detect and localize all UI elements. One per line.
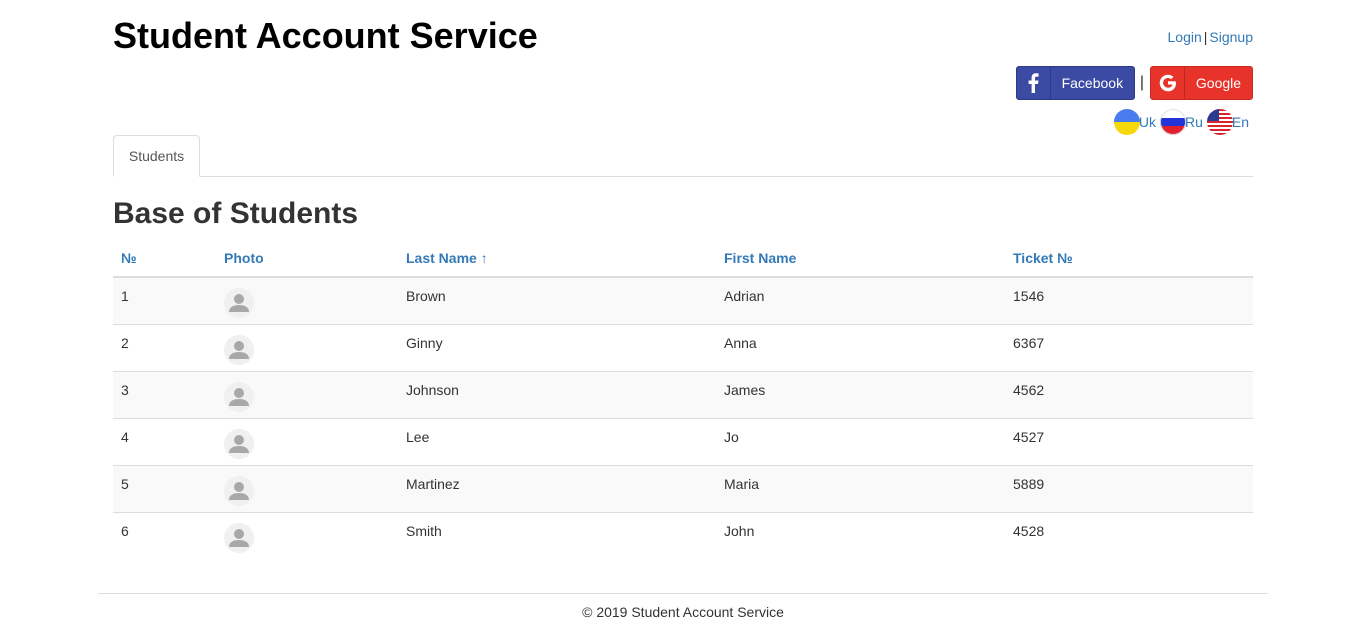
cell-photo — [216, 277, 398, 324]
usa-flag-icon — [1206, 109, 1233, 135]
table-row: 6 Smith John 4528 — [113, 511, 1253, 559]
avatar-placeholder-icon — [224, 288, 254, 318]
cell-ticket: 5889 — [1005, 464, 1253, 512]
cell-last-name: Ginny — [398, 323, 716, 371]
social-divider: | — [1139, 74, 1144, 91]
avatar-placeholder-icon — [224, 475, 254, 506]
footer-divider — [98, 593, 1268, 594]
language-switcher: Uk Ru En — [1110, 108, 1249, 136]
avatar-placeholder-icon — [224, 428, 254, 459]
column-header-first-name[interactable]: First Name — [716, 240, 1005, 278]
lang-ru-link[interactable]: Ru — [1159, 109, 1203, 135]
cell-last-name: Lee — [398, 417, 716, 465]
cell-first-name: Jo — [716, 417, 1005, 465]
cell-first-name: Anna — [716, 323, 1005, 371]
students-table: № Photo Last Name ↑ First Name Ticket № … — [113, 240, 1253, 559]
column-header-photo[interactable]: Photo — [216, 240, 398, 278]
auth-separator: | — [1203, 29, 1208, 45]
signup-link[interactable]: Signup — [1209, 29, 1253, 45]
avatar-placeholder-icon — [224, 334, 254, 365]
cell-number: 1 — [113, 277, 216, 324]
table-row: 3 Johnson James 4562 — [113, 370, 1253, 418]
facebook-label: Facebook — [1061, 75, 1124, 91]
cell-number: 2 — [113, 323, 216, 371]
cell-first-name: John — [716, 511, 1005, 559]
site-title: Student Account Service — [113, 15, 538, 56]
login-link[interactable]: Login — [1168, 29, 1202, 45]
cell-last-name: Brown — [398, 277, 716, 324]
avatar-placeholder-icon — [224, 381, 254, 412]
column-header-last-name[interactable]: Last Name ↑ — [398, 240, 716, 278]
google-icon — [1151, 67, 1185, 99]
cell-ticket: 4528 — [1005, 511, 1253, 559]
cell-first-name: Adrian — [716, 277, 1005, 324]
table-row: 4 Lee Jo 4527 — [113, 417, 1253, 465]
lang-en-link[interactable]: En — [1206, 109, 1249, 135]
footer-copyright: © 2019 Student Account Service — [582, 604, 784, 620]
cell-last-name: Martinez — [398, 464, 716, 512]
cell-number: 5 — [113, 464, 216, 512]
table-row: 2 Ginny Anna 6367 — [113, 323, 1253, 371]
column-header-ticket[interactable]: Ticket № — [1005, 240, 1253, 278]
ukraine-flag-icon — [1113, 109, 1140, 135]
cell-photo — [216, 370, 398, 418]
cell-number: 4 — [113, 417, 216, 465]
facebook-login-button[interactable]: Facebook — [1015, 66, 1135, 100]
google-login-button[interactable]: Google — [1150, 66, 1253, 100]
tab-bar: Students — [113, 135, 1253, 177]
social-login-group: Facebook | Google — [1015, 66, 1253, 100]
cell-first-name: Maria — [716, 464, 1005, 512]
cell-photo — [216, 511, 398, 559]
auth-links: Login | Signup — [1168, 28, 1254, 46]
lang-uk-link[interactable]: Uk — [1113, 109, 1156, 135]
cell-ticket: 6367 — [1005, 323, 1253, 371]
cell-photo — [216, 417, 398, 465]
cell-ticket: 1546 — [1005, 277, 1253, 324]
cell-last-name: Johnson — [398, 370, 716, 418]
cell-ticket: 4527 — [1005, 417, 1253, 465]
google-label: Google — [1195, 75, 1242, 91]
russia-flag-icon — [1159, 109, 1186, 135]
table-row: 5 Martinez Maria 5889 — [113, 464, 1253, 512]
cell-photo — [216, 323, 398, 371]
table-row: 1 Brown Adrian 1546 — [113, 277, 1253, 324]
lang-en-label: En — [1231, 114, 1249, 130]
cell-last-name: Smith — [398, 511, 716, 559]
facebook-icon — [1017, 67, 1051, 99]
cell-first-name: James — [716, 370, 1005, 418]
cell-ticket: 4562 — [1005, 370, 1253, 418]
tab-students[interactable]: Students — [113, 135, 200, 177]
page-title: Base of Students — [113, 197, 359, 230]
column-header-number[interactable]: № — [113, 240, 216, 278]
table-header-row: № Photo Last Name ↑ First Name Ticket № — [113, 240, 1253, 278]
lang-ru-label: Ru — [1184, 114, 1203, 130]
cell-number: 3 — [113, 370, 216, 418]
cell-photo — [216, 464, 398, 512]
avatar-placeholder-icon — [224, 522, 254, 553]
lang-uk-label: Uk — [1138, 114, 1156, 130]
cell-number: 6 — [113, 511, 216, 559]
